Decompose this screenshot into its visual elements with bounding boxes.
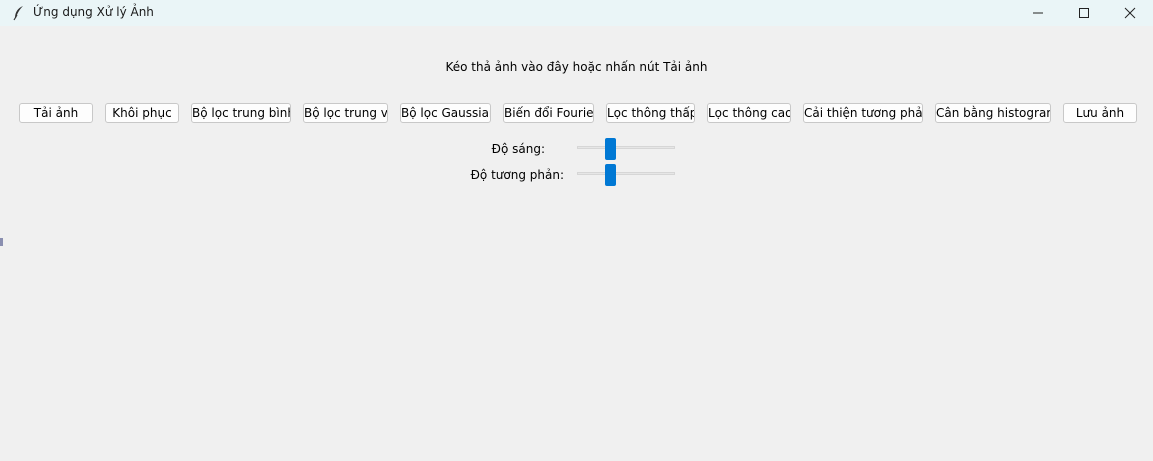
feather-icon [13, 6, 23, 21]
title-bar: Ứng dụng Xử lý Ảnh [0, 0, 1153, 26]
drop-hint: Kéo thả ảnh vào đây hoặc nhấn nút Tải ản… [445, 60, 708, 74]
slider-thumb[interactable] [605, 164, 617, 186]
close-icon [1124, 7, 1136, 19]
high-pass-filter-button[interactable]: Lọc thông cao [707, 103, 791, 123]
brightness-slider[interactable] [577, 138, 675, 160]
low-pass-filter-button[interactable]: Lọc thông thấp [606, 103, 695, 123]
window-title: Ứng dụng Xử lý Ảnh [33, 5, 154, 19]
histogram-equalization-button[interactable]: Cân bằng histogram [935, 103, 1051, 123]
restore-button[interactable]: Khôi phục [105, 103, 179, 123]
fourier-transform-button[interactable]: Biến đổi Fourier [503, 103, 594, 123]
minimize-button[interactable] [1015, 0, 1061, 26]
mean-filter-button[interactable]: Bộ lọc trung bình [191, 103, 291, 123]
slider-thumb[interactable] [605, 138, 617, 160]
contrast-enhancement-button[interactable]: Cải thiện tương phản [803, 103, 923, 123]
load-image-button[interactable]: Tải ảnh [19, 103, 93, 123]
brightness-label: Độ sáng: [491, 142, 545, 156]
contrast-label: Độ tương phản: [470, 168, 564, 182]
maximize-icon [1079, 8, 1089, 18]
slider-track [577, 172, 675, 175]
window-edge-marker [0, 238, 3, 246]
save-image-button[interactable]: Lưu ảnh [1063, 103, 1137, 123]
median-filter-button[interactable]: Bộ lọc trung vị [303, 103, 388, 123]
slider-track [577, 146, 675, 149]
minimize-icon [1033, 12, 1043, 14]
gaussian-filter-button[interactable]: Bộ lọc Gaussian [400, 103, 491, 123]
contrast-slider[interactable] [577, 164, 675, 186]
maximize-button[interactable] [1061, 0, 1107, 26]
close-button[interactable] [1107, 0, 1153, 26]
